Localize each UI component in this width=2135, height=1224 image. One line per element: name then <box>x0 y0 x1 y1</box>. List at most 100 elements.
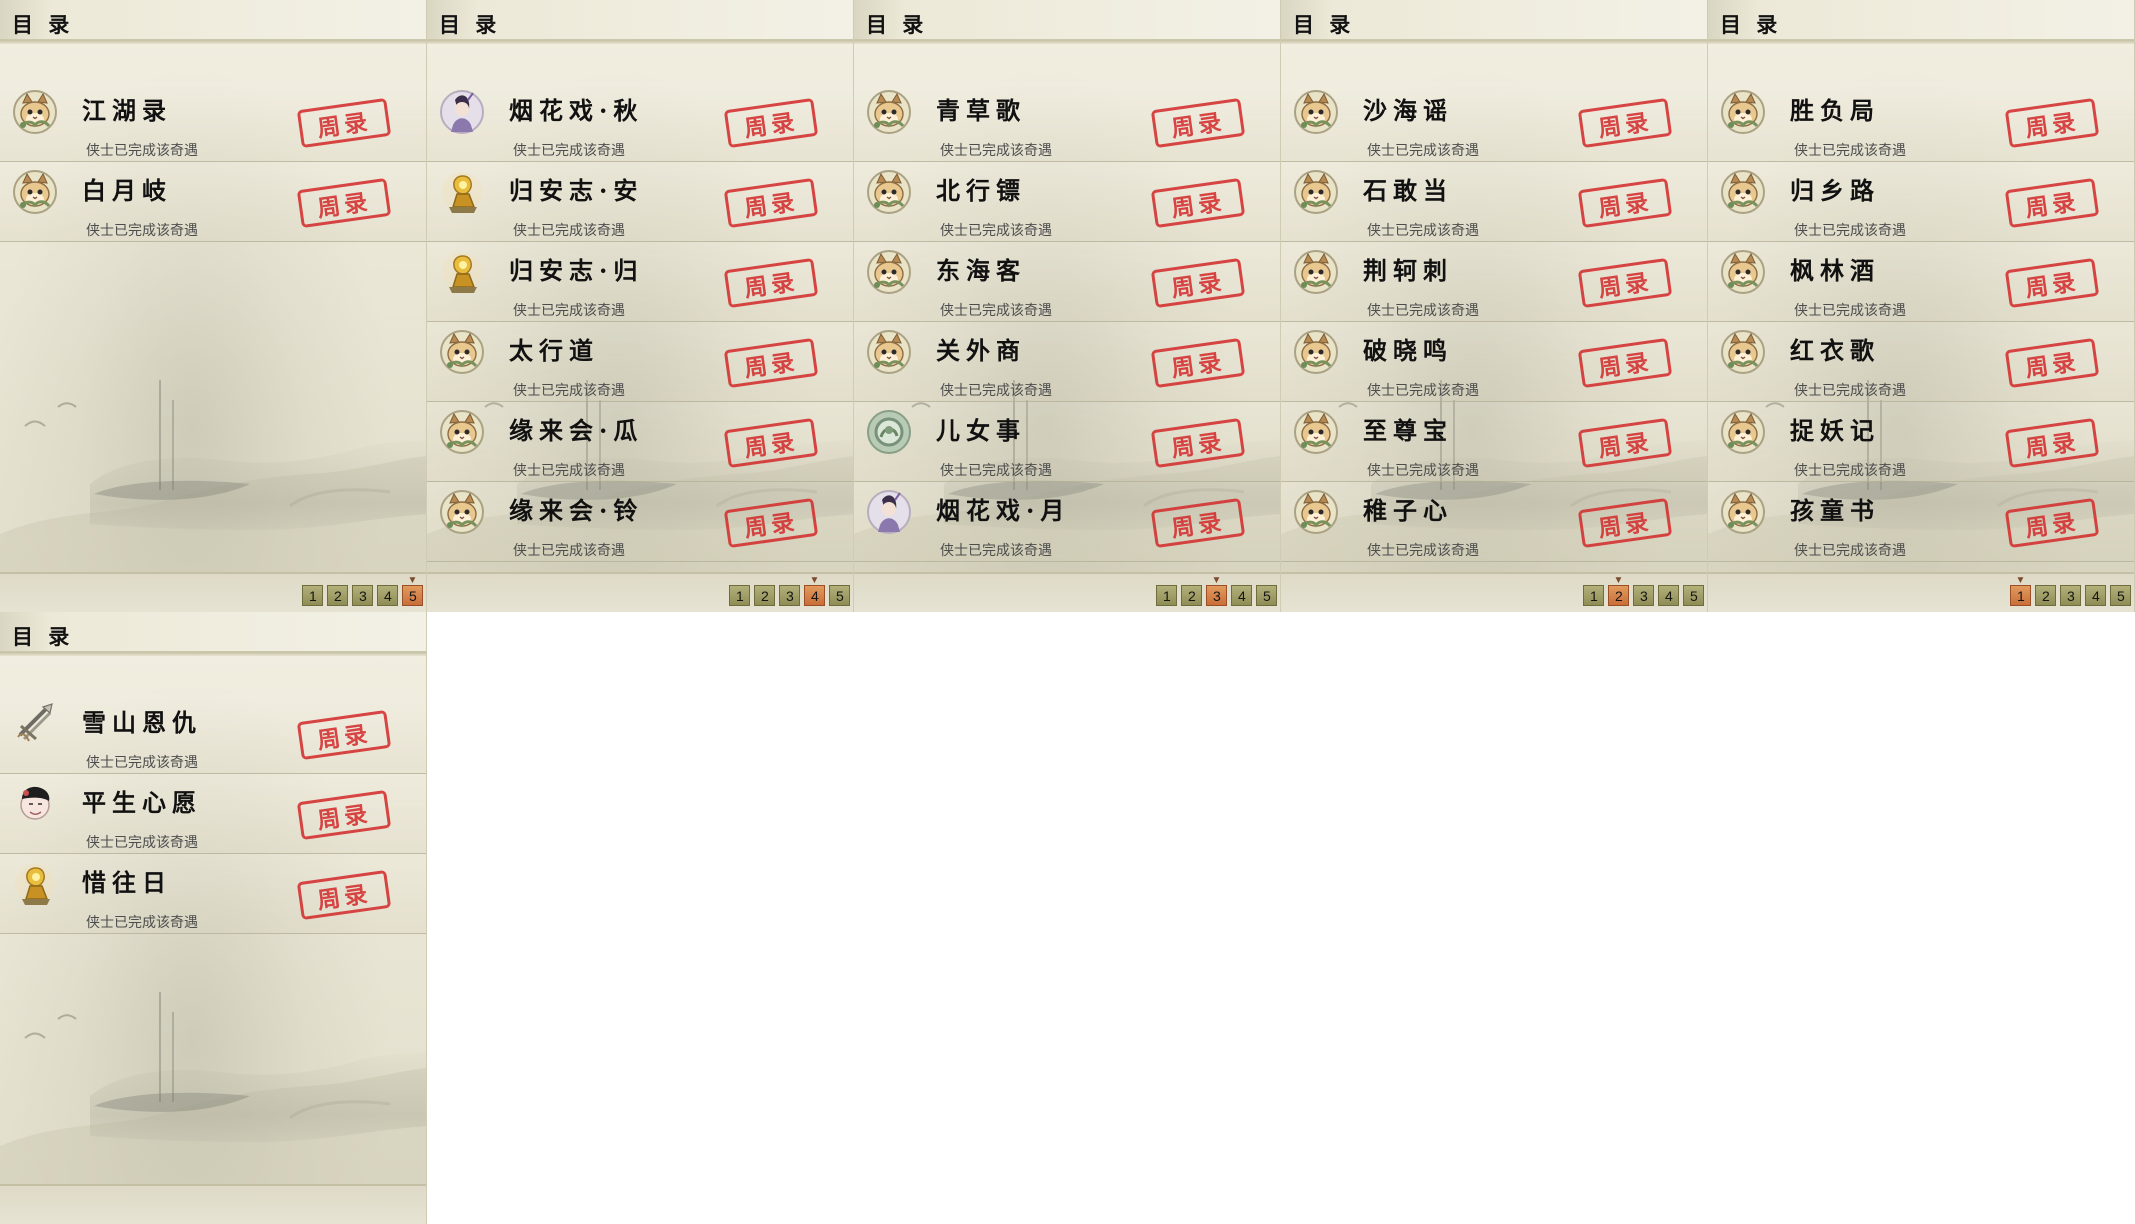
cat-icon <box>1720 89 1766 135</box>
encounter-row[interactable]: 雪山恩仇 侠士已完成该奇遇 周录 <box>0 694 426 774</box>
encounter-row[interactable]: 太行道 侠士已完成该奇遇 周录 <box>427 322 853 402</box>
page-button-5[interactable]: 5 ▼ <box>402 576 423 606</box>
encounter-row[interactable]: 红衣歌 侠士已完成该奇遇 周录 <box>1708 322 2134 402</box>
encounter-row[interactable]: 惜往日 侠士已完成该奇遇 周录 <box>0 854 426 934</box>
page-button-4[interactable]: 4 ▼ <box>804 576 825 606</box>
encounter-row[interactable]: 白月岐 侠士已完成该奇遇 周录 <box>0 162 426 242</box>
page-button-5[interactable]: 5 <box>829 585 850 606</box>
encounter-status: 侠士已完成该奇遇 <box>1367 303 1479 319</box>
completion-stamp: 周录 <box>2004 337 2100 389</box>
panel-footer <box>0 1184 426 1224</box>
encounter-status: 侠士已完成该奇遇 <box>940 543 1052 559</box>
encounter-row[interactable]: 沙海谣 侠士已完成该奇遇 周录 <box>1281 82 1707 162</box>
page-button-2[interactable]: 2 <box>1181 585 1202 606</box>
page-button-2[interactable]: 2 ▼ <box>1608 576 1629 606</box>
cat-icon <box>439 409 485 455</box>
active-page-arrow-icon: ▼ <box>809 575 820 586</box>
encounter-row[interactable]: 青草歌 侠士已完成该奇遇 周录 <box>854 82 1280 162</box>
page-button-5[interactable]: 5 <box>1683 585 1704 606</box>
page-button-3[interactable]: 3 <box>779 585 800 606</box>
encounter-status: 侠士已完成该奇遇 <box>940 303 1052 319</box>
completion-stamp: 周录 <box>1577 337 1673 389</box>
encounter-status: 侠士已完成该奇遇 <box>1794 303 1906 319</box>
page-button-4[interactable]: 4 <box>1658 585 1679 606</box>
completion-stamp: 周录 <box>1577 417 1673 469</box>
encounter-row[interactable]: 石敢当 侠士已完成该奇遇 周录 <box>1281 162 1707 242</box>
encounter-name: 平生心愿 <box>82 788 202 817</box>
encounter-row[interactable]: 胜负局 侠士已完成该奇遇 周录 <box>1708 82 2134 162</box>
page-button-2[interactable]: 2 <box>327 585 348 606</box>
encounter-row[interactable]: 烟花戏·秋 侠士已完成该奇遇 周录 <box>427 82 853 162</box>
page-button-3[interactable]: 3 ▼ <box>1206 576 1227 606</box>
pager: 1 2 ▼ 3 4 5 <box>1583 576 1704 606</box>
encounter-row[interactable]: 归乡路 侠士已完成该奇遇 周录 <box>1708 162 2134 242</box>
cat-icon <box>1720 489 1766 535</box>
page-button-5[interactable]: 5 <box>1256 585 1277 606</box>
page-button-4[interactable]: 4 <box>2085 585 2106 606</box>
pager: 1 ▼ 2 3 4 5 <box>2010 576 2131 606</box>
encounter-name: 江湖录 <box>82 96 172 125</box>
encounter-name: 关外商 <box>936 336 1026 365</box>
encounter-row[interactable]: 关外商 侠士已完成该奇遇 周录 <box>854 322 1280 402</box>
child-icon <box>12 781 58 827</box>
panel-footer: 1 2 3 4 ▼ 5 <box>427 572 853 612</box>
encounter-name: 太行道 <box>509 336 599 365</box>
encounter-row[interactable]: 归安志·安 侠士已完成该奇遇 周录 <box>427 162 853 242</box>
page-button-4[interactable]: 4 <box>1231 585 1252 606</box>
page-button-1[interactable]: 1 <box>1156 585 1177 606</box>
page-button-3[interactable]: 3 <box>352 585 373 606</box>
page-button-1[interactable]: 1 ▼ <box>2010 576 2031 606</box>
ink-landscape-background <box>0 936 426 1186</box>
journal-panel-3: 目 录 青草歌 侠士已完成该奇遇 周录 北行镖 侠士已完成该奇遇 周录 东海客 … <box>854 0 1281 612</box>
encounter-row[interactable]: 归安志·归 侠士已完成该奇遇 周录 <box>427 242 853 322</box>
panel-title: 目 录 <box>866 12 928 37</box>
page-button-4[interactable]: 4 <box>377 585 398 606</box>
page-button-3[interactable]: 3 <box>2060 585 2081 606</box>
page-button-1[interactable]: 1 <box>1583 585 1604 606</box>
encounter-status: 侠士已完成该奇遇 <box>513 543 625 559</box>
journal-panel-2: 目 录 烟花戏·秋 侠士已完成该奇遇 周录 归安志·安 侠士已完成该奇遇 周录 … <box>427 0 854 612</box>
panel-title: 目 录 <box>12 12 74 37</box>
completion-stamp: 周录 <box>2004 417 2100 469</box>
completion-stamp: 周录 <box>723 177 819 229</box>
completion-stamp: 周录 <box>1577 257 1673 309</box>
panel-footer: 1 2 ▼ 3 4 5 <box>1281 572 1707 612</box>
encounter-status: 侠士已完成该奇遇 <box>1367 383 1479 399</box>
panel-header: 目 录 <box>854 0 1280 40</box>
encounter-status: 侠士已完成该奇遇 <box>86 835 198 851</box>
encounter-name: 枫林酒 <box>1790 256 1880 285</box>
encounter-row[interactable]: 缘来会·铃 侠士已完成该奇遇 周录 <box>427 482 853 562</box>
encounter-row[interactable]: 至尊宝 侠士已完成该奇遇 周录 <box>1281 402 1707 482</box>
encounter-row[interactable]: 稚子心 侠士已完成该奇遇 周录 <box>1281 482 1707 562</box>
cat-icon <box>439 489 485 535</box>
lady-icon <box>866 489 912 535</box>
encounter-row[interactable]: 荆轲刺 侠士已完成该奇遇 周录 <box>1281 242 1707 322</box>
cat-icon <box>866 329 912 375</box>
journal-panel-4: 目 录 沙海谣 侠士已完成该奇遇 周录 石敢当 侠士已完成该奇遇 周录 荆轲刺 … <box>1281 0 1708 612</box>
page-button-1[interactable]: 1 <box>302 585 323 606</box>
encounter-row[interactable]: 孩童书 侠士已完成该奇遇 周录 <box>1708 482 2134 562</box>
page-button-3[interactable]: 3 <box>1633 585 1654 606</box>
encounter-row[interactable]: 北行镖 侠士已完成该奇遇 周录 <box>854 162 1280 242</box>
encounter-row[interactable]: 捉妖记 侠士已完成该奇遇 周录 <box>1708 402 2134 482</box>
page-button-5[interactable]: 5 <box>2110 585 2131 606</box>
panel-title: 目 录 <box>1293 12 1355 37</box>
journal-panel-5: 目 录 胜负局 侠士已完成该奇遇 周录 归乡路 侠士已完成该奇遇 周录 枫林酒 … <box>1708 0 2135 612</box>
page-button-1[interactable]: 1 <box>729 585 750 606</box>
golden-figure-icon <box>12 861 58 907</box>
encounter-row[interactable]: 枫林酒 侠士已完成该奇遇 周录 <box>1708 242 2134 322</box>
encounter-row[interactable]: 儿女事 侠士已完成该奇遇 周录 <box>854 402 1280 482</box>
encounter-name: 捉妖记 <box>1790 416 1880 445</box>
encounter-row[interactable]: 平生心愿 侠士已完成该奇遇 周录 <box>0 774 426 854</box>
encounter-list: 胜负局 侠士已完成该奇遇 周录 归乡路 侠士已完成该奇遇 周录 枫林酒 侠士已完… <box>1708 82 2134 562</box>
encounter-row[interactable]: 缘来会·瓜 侠士已完成该奇遇 周录 <box>427 402 853 482</box>
screenshot-stage: 目 录 江湖录 侠士已完成该奇遇 周录 白月岐 侠士已完成该奇遇 周录 1 2 … <box>0 0 2135 1224</box>
encounter-row[interactable]: 江湖录 侠士已完成该奇遇 周录 <box>0 82 426 162</box>
encounter-row[interactable]: 东海客 侠士已完成该奇遇 周录 <box>854 242 1280 322</box>
encounter-row[interactable]: 破晓鸣 侠士已完成该奇遇 周录 <box>1281 322 1707 402</box>
page-button-2[interactable]: 2 <box>2035 585 2056 606</box>
encounter-name: 白月岐 <box>82 176 172 205</box>
encounter-row[interactable]: 烟花戏·月 侠士已完成该奇遇 周录 <box>854 482 1280 562</box>
encounter-status: 侠士已完成该奇遇 <box>86 755 198 771</box>
page-button-2[interactable]: 2 <box>754 585 775 606</box>
